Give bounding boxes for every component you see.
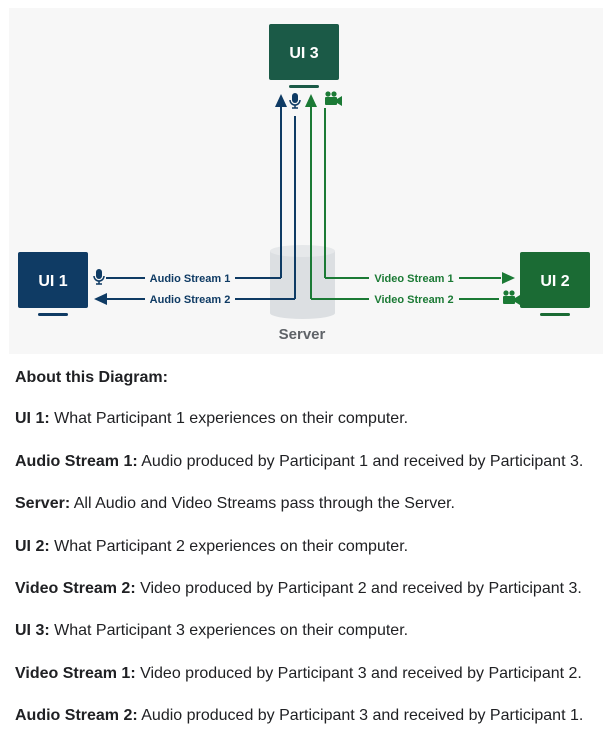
audio-stream-1-label: Audio Stream 1 xyxy=(150,273,231,285)
audio-stream-1-path xyxy=(106,106,282,279)
about-item-ui2: UI 2: What Participant 2 experiences on … xyxy=(15,537,408,557)
video-camera-icon xyxy=(325,91,342,106)
microphone-icon xyxy=(93,269,105,285)
about-term: Video Stream 1: xyxy=(15,665,136,682)
ui1-label: UI 1 xyxy=(38,273,67,290)
about-item-ui3: UI 3: What Participant 3 experiences on … xyxy=(15,621,408,641)
architecture-diagram: Server UI 3 UI 1 UI 2 Audio Stream 1 Aud… xyxy=(18,24,590,343)
about-text: All Audio and Video Streams pass through… xyxy=(70,495,455,512)
ui2-label: UI 2 xyxy=(540,273,569,290)
about-term: Server: xyxy=(15,495,71,512)
video-stream-1-arrowhead xyxy=(502,272,515,284)
about-item-video-stream-1: Video Stream 1: Video produced by Partic… xyxy=(15,664,582,684)
video-camera-icon xyxy=(503,290,520,305)
ui3-label: UI 3 xyxy=(289,45,318,62)
about-item-video-stream-2: Video Stream 2: Video produced by Partic… xyxy=(15,579,582,599)
video-stream-2-arrowhead xyxy=(305,94,317,107)
audio-stream-1-arrowhead xyxy=(275,94,287,107)
about-heading: About this Diagram: xyxy=(15,369,168,386)
about-term: UI 2: xyxy=(15,538,50,555)
audio-stream-2-path xyxy=(106,116,296,300)
about-term: Audio Stream 1: xyxy=(15,453,138,470)
audio-stream-2-arrowhead xyxy=(94,293,107,305)
about-text: What Participant 2 experiences on their … xyxy=(49,538,409,555)
about-text: Video produced by Participant 2 and rece… xyxy=(135,580,582,597)
about-term: UI 1: xyxy=(15,410,50,427)
about-item-ui1: UI 1: What Participant 1 experiences on … xyxy=(15,409,408,429)
about-text: What Participant 3 experiences on their … xyxy=(49,622,409,639)
video-stream-2-path xyxy=(310,106,499,300)
about-item-audio-stream-2: Audio Stream 2: Audio produced by Partic… xyxy=(15,706,583,726)
about-item-server: Server: All Audio and Video Streams pass… xyxy=(15,494,455,514)
server-label: Server xyxy=(279,326,326,343)
about-item-audio-stream-1: Audio Stream 1: Audio produced by Partic… xyxy=(15,452,583,472)
video-stream-2-label: Video Stream 2 xyxy=(374,294,453,306)
audio-stream-2-label: Audio Stream 2 xyxy=(150,294,231,306)
video-stream-1-label: Video Stream 1 xyxy=(374,273,453,285)
about-text: Audio produced by Participant 1 and rece… xyxy=(137,453,584,470)
microphone-icon xyxy=(289,93,301,109)
about-text: What Participant 1 experiences on their … xyxy=(49,410,409,427)
about-term: UI 3: xyxy=(15,622,50,639)
about-term: Audio Stream 2: xyxy=(15,707,138,724)
about-text: Audio produced by Participant 3 and rece… xyxy=(137,707,584,724)
about-text: Video produced by Participant 3 and rece… xyxy=(135,665,582,682)
video-stream-1-path xyxy=(324,108,501,279)
about-section: About this Diagram: UI 1: What Participa… xyxy=(15,368,605,724)
about-term: Video Stream 2: xyxy=(15,580,136,597)
